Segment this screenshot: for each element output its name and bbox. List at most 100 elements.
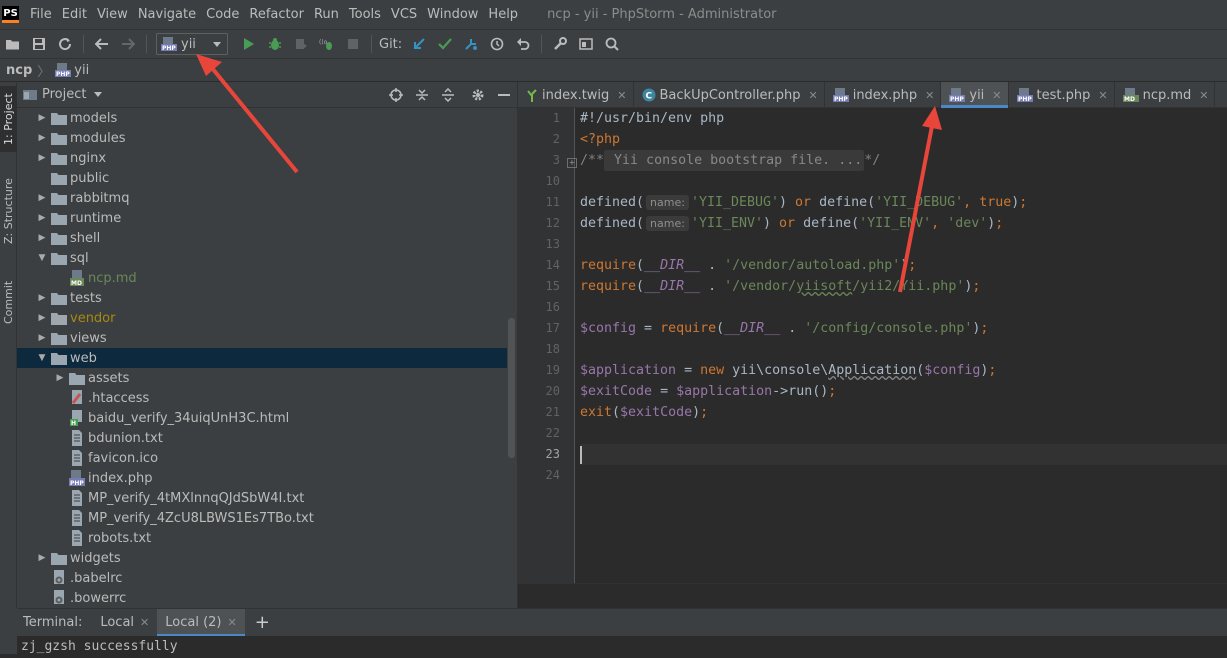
- tree-folder-item[interactable]: ▶ views: [17, 328, 507, 348]
- tree-folder-item[interactable]: ▶ rabbitmq: [17, 188, 507, 208]
- tool-tab-commit[interactable]: Commit: [0, 274, 17, 330]
- menu-edit[interactable]: Edit: [57, 7, 92, 22]
- chevron-right-icon[interactable]: ▶: [35, 228, 49, 248]
- tree-folder-item[interactable]: public: [17, 168, 507, 188]
- chevron-right-icon[interactable]: ▶: [53, 368, 67, 388]
- breadcrumb-project[interactable]: ncp: [6, 63, 32, 78]
- terminal-output[interactable]: zj_gzsh successfully: [17, 636, 1227, 654]
- tree-folder-item[interactable]: ▼ web: [17, 348, 507, 368]
- open-folder-icon[interactable]: [2, 33, 24, 55]
- chevron-right-icon[interactable]: ▶: [35, 188, 49, 208]
- menu-refactor[interactable]: Refactor: [244, 7, 309, 22]
- forward-arrow-icon[interactable]: [117, 33, 139, 55]
- debug-icon[interactable]: [264, 33, 286, 55]
- tree-folder-item[interactable]: ▼ sql: [17, 248, 507, 268]
- chevron-right-icon[interactable]: ▶: [35, 548, 49, 568]
- code-area[interactable]: #!/usr/bin/env php <?php /** Yii console…: [580, 108, 1227, 583]
- git-push-icon[interactable]: [460, 33, 482, 55]
- git-commit-check-icon[interactable]: [434, 33, 456, 55]
- folded-comment[interactable]: Yii console bootstrap file. ...: [604, 150, 865, 171]
- run-icon[interactable]: [238, 33, 260, 55]
- tree-file-item[interactable]: favicon.ico: [17, 448, 507, 468]
- chevron-right-icon[interactable]: ▶: [35, 128, 49, 148]
- stop-icon[interactable]: [342, 33, 364, 55]
- menu-vcs[interactable]: VCS: [386, 7, 422, 22]
- locate-file-icon[interactable]: [385, 84, 407, 106]
- editor-tab-test-php[interactable]: PHP test.php ✕: [1009, 82, 1115, 108]
- terminal-tab-local-2[interactable]: Local (2) ✕: [157, 608, 246, 637]
- chevron-right-icon[interactable]: ▶: [35, 328, 49, 348]
- tree-folder-item[interactable]: ▶ tests: [17, 288, 507, 308]
- project-tree-scrollbar[interactable]: [508, 318, 515, 458]
- expand-all-icon[interactable]: [437, 84, 459, 106]
- save-all-icon[interactable]: [28, 33, 50, 55]
- back-arrow-icon[interactable]: [91, 33, 113, 55]
- editor-tab-yii[interactable]: PHP yii ✕: [941, 82, 1009, 108]
- close-icon[interactable]: ✕: [925, 89, 934, 102]
- editor-tab-index-php[interactable]: PHP index.php ✕: [825, 82, 942, 108]
- close-icon[interactable]: ✕: [228, 616, 237, 629]
- editor-tab-ncp-md[interactable]: MD ncp.md ✕: [1115, 82, 1216, 108]
- tree-folder-item[interactable]: ▶ modules: [17, 128, 507, 148]
- tree-file-item[interactable]: MD ncp.md: [17, 268, 507, 288]
- chevron-right-icon[interactable]: ▶: [35, 288, 49, 308]
- tree-folder-item[interactable]: ▶ assets: [17, 368, 507, 388]
- chevron-right-icon[interactable]: ▶: [35, 308, 49, 328]
- tree-folder-item[interactable]: ▶ runtime: [17, 208, 507, 228]
- menu-navigate[interactable]: Navigate: [133, 7, 201, 22]
- close-icon[interactable]: ✕: [808, 89, 817, 102]
- close-icon[interactable]: ✕: [1098, 89, 1107, 102]
- close-icon[interactable]: ✕: [992, 89, 1001, 102]
- sync-icon[interactable]: [54, 33, 76, 55]
- close-icon[interactable]: ✕: [140, 616, 149, 629]
- chevron-down-icon[interactable]: [94, 92, 103, 97]
- chevron-down-icon[interactable]: ▼: [35, 348, 49, 368]
- tree-folder-item[interactable]: ▶ nginx: [17, 148, 507, 168]
- history-clock-icon[interactable]: [486, 33, 508, 55]
- run-configuration-selector[interactable]: PHP yii: [156, 33, 228, 55]
- attach-debugger-icon[interactable]: ((o: [316, 33, 338, 55]
- chevron-right-icon[interactable]: ▶: [35, 208, 49, 228]
- tree-file-item[interactable]: robots.txt: [17, 528, 507, 548]
- terminal-tab-local[interactable]: Local ✕: [92, 609, 157, 637]
- chevron-down-icon[interactable]: ▼: [35, 248, 49, 268]
- menu-help[interactable]: Help: [483, 7, 523, 22]
- close-icon[interactable]: ✕: [617, 89, 626, 102]
- collapse-all-icon[interactable]: [411, 84, 433, 106]
- tree-folder-item[interactable]: ▶ models: [17, 108, 507, 128]
- new-terminal-plus-icon[interactable]: +: [255, 612, 270, 633]
- fold-toggle-icon[interactable]: +: [567, 158, 577, 168]
- tree-folder-item[interactable]: ▶ vendor: [17, 308, 507, 328]
- search-everywhere-icon[interactable]: [601, 33, 623, 55]
- rollback-icon[interactable]: [512, 33, 534, 55]
- tree-file-item[interactable]: MP_verify_4tMXlnnqQJdSbW4I.txt: [17, 488, 507, 508]
- menu-file[interactable]: File: [25, 7, 57, 22]
- project-view-selector[interactable]: Project: [42, 87, 86, 102]
- menu-run[interactable]: Run: [309, 7, 344, 22]
- tree-file-item[interactable]: Hbaidu_verify_34uiqUnH3C.html: [17, 408, 507, 428]
- tree-file-item[interactable]: .htaccess: [17, 388, 507, 408]
- breadcrumb-file[interactable]: yii: [74, 63, 89, 78]
- tree-file-item[interactable]: PHP index.php: [17, 468, 507, 488]
- gear-icon[interactable]: [467, 84, 489, 106]
- hide-panel-icon[interactable]: [493, 84, 515, 106]
- tree-folder-item[interactable]: ▶ shell: [17, 228, 507, 248]
- chevron-right-icon[interactable]: ▶: [35, 148, 49, 168]
- tree-file-item[interactable]: bdunion.txt: [17, 428, 507, 448]
- git-update-icon[interactable]: [408, 33, 430, 55]
- project-structure-icon[interactable]: [575, 33, 597, 55]
- menu-tools[interactable]: Tools: [344, 7, 386, 22]
- tree-folder-item[interactable]: ▶ widgets: [17, 548, 507, 568]
- tree-file-item[interactable]: MP_verify_4ZcU8LBWS1Es7TBo.txt: [17, 508, 507, 528]
- menu-view[interactable]: View: [92, 7, 133, 22]
- menu-code[interactable]: Code: [201, 7, 244, 22]
- tree-file-item[interactable]: .bowerrc: [17, 588, 507, 608]
- menu-window[interactable]: Window: [422, 7, 483, 22]
- tool-tab-structure[interactable]: Z: Structure: [0, 174, 17, 248]
- run-with-coverage-icon[interactable]: [290, 33, 312, 55]
- editor-tab-backupcontroller-php[interactable]: C BackUpController.php ✕: [634, 82, 825, 108]
- tree-file-item[interactable]: .babelrc: [17, 568, 507, 588]
- tool-tab-project[interactable]: 1: Project: [0, 86, 17, 152]
- close-icon[interactable]: ✕: [1199, 89, 1208, 102]
- editor-tab-index-twig[interactable]: index.twig ✕: [518, 82, 634, 108]
